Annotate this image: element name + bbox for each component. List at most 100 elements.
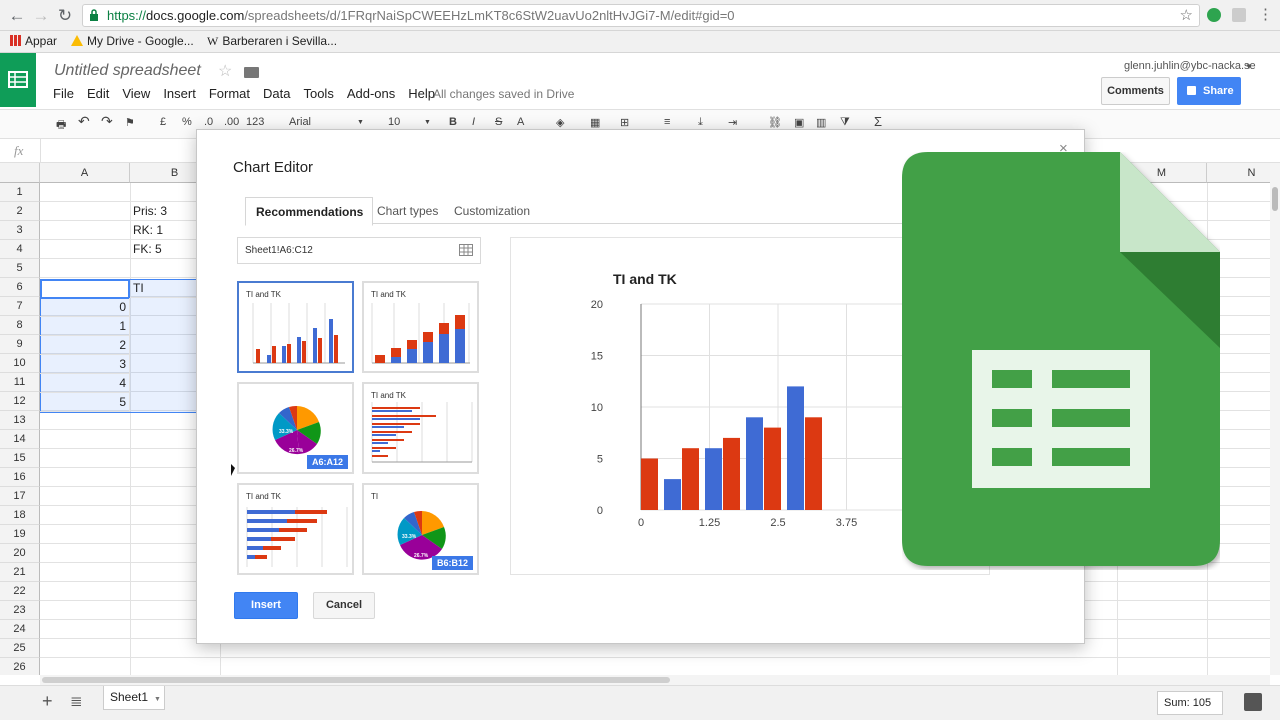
bookmark-drive[interactable]: My Drive - Google...: [71, 34, 194, 48]
row-header[interactable]: 14: [0, 430, 40, 449]
row-header[interactable]: 25: [0, 639, 40, 658]
row-header[interactable]: 19: [0, 525, 40, 544]
extension-icon[interactable]: [1207, 8, 1221, 22]
tab-customization[interactable]: Customization: [454, 204, 530, 218]
select-all-corner[interactable]: [0, 163, 40, 183]
sum-indicator[interactable]: Sum: 105: [1157, 691, 1223, 715]
borders-icon[interactable]: ▦: [590, 116, 600, 129]
cancel-button[interactable]: Cancel: [313, 592, 375, 619]
row-header[interactable]: 8: [0, 316, 40, 335]
insert-comment-icon[interactable]: ▣: [794, 116, 804, 129]
forward-icon[interactable]: →: [30, 5, 52, 27]
insert-link-icon[interactable]: ⛓: [768, 116, 782, 129]
row-header[interactable]: 18: [0, 506, 40, 525]
chart-thumbnail-pie-a[interactable]: 33.3% 26.7% A6:A12: [237, 382, 354, 474]
reload-icon[interactable]: ↻: [54, 5, 76, 27]
active-cell[interactable]: [40, 279, 130, 299]
browser-menu-icon[interactable]: ⋮: [1258, 5, 1273, 23]
row-header[interactable]: 16: [0, 468, 40, 487]
chart-thumbnail-horizontal-bar-2[interactable]: TI and TK: [237, 483, 354, 575]
back-icon[interactable]: ←: [6, 5, 28, 27]
insert-button[interactable]: Insert: [234, 592, 298, 619]
share-button[interactable]: Share: [1177, 77, 1241, 105]
bookmark-wikipedia[interactable]: W Barberaren i Sevilla...: [207, 34, 337, 49]
text-wrap-icon[interactable]: ⇥: [728, 116, 737, 129]
menu-data[interactable]: Data: [263, 86, 290, 101]
vertical-scrollbar[interactable]: [1270, 163, 1280, 675]
row-header[interactable]: 9: [0, 335, 40, 354]
cell-a7[interactable]: 0: [40, 298, 130, 317]
row-header[interactable]: 21: [0, 563, 40, 582]
sheet-tab[interactable]: Sheet1 ▼: [103, 686, 165, 710]
extension-icon-2[interactable]: [1232, 8, 1246, 22]
redo-icon[interactable]: ↷: [101, 113, 113, 130]
tab-recommendations[interactable]: Recommendations: [245, 197, 374, 226]
menu-format[interactable]: Format: [209, 86, 250, 101]
italic-button[interactable]: I: [472, 116, 475, 128]
align-vertical-icon[interactable]: ⤓: [698, 116, 703, 129]
menu-tools[interactable]: Tools: [303, 86, 333, 101]
bookmark-apps[interactable]: Appar: [10, 34, 57, 48]
currency-button[interactable]: £: [160, 116, 166, 128]
menu-file[interactable]: File: [53, 86, 74, 101]
comments-button[interactable]: Comments: [1101, 77, 1170, 105]
row-header[interactable]: 24: [0, 620, 40, 639]
strikethrough-button[interactable]: S: [495, 116, 502, 128]
undo-icon[interactable]: ↶: [78, 113, 90, 130]
sheets-logo[interactable]: [0, 53, 36, 107]
row-header[interactable]: 6: [0, 278, 40, 297]
text-color-button[interactable]: A: [517, 116, 524, 128]
row-header[interactable]: 17: [0, 487, 40, 506]
font-select[interactable]: Arial: [289, 116, 311, 128]
scroll-thumb[interactable]: [1272, 187, 1278, 211]
menu-insert[interactable]: Insert: [163, 86, 196, 101]
chart-thumbnail-bar[interactable]: TI and TK: [237, 281, 354, 373]
folder-icon[interactable]: [244, 67, 259, 78]
menu-addons[interactable]: Add-ons: [347, 86, 395, 101]
row-header[interactable]: 10: [0, 354, 40, 373]
menu-edit[interactable]: Edit: [87, 86, 109, 101]
row-header[interactable]: 2: [0, 202, 40, 221]
data-range-field[interactable]: Sheet1!A6:C12: [237, 237, 481, 264]
cell-a11[interactable]: 4: [40, 374, 130, 393]
row-header[interactable]: 3: [0, 221, 40, 240]
scroll-thumb[interactable]: [42, 677, 670, 683]
chart-thumbnail-stacked-bar[interactable]: TI and TK: [362, 281, 479, 373]
chevron-down-icon[interactable]: ▼: [1245, 62, 1253, 71]
row-header[interactable]: 4: [0, 240, 40, 259]
cell-a10[interactable]: 3: [40, 355, 130, 374]
paint-format-icon[interactable]: ⚑: [125, 116, 135, 129]
user-email[interactable]: glenn.juhlin@ybc-nacka.se: [1124, 60, 1256, 72]
horizontal-scrollbar[interactable]: [40, 675, 1270, 685]
star-icon[interactable]: ☆: [218, 61, 232, 81]
row-header[interactable]: 13: [0, 411, 40, 430]
chevron-down-icon[interactable]: ▼: [424, 119, 431, 126]
save-status[interactable]: All changes saved in Drive: [433, 87, 574, 101]
menu-view[interactable]: View: [122, 86, 150, 101]
tab-chart-types[interactable]: Chart types: [377, 204, 438, 218]
more-formats-button[interactable]: 123: [246, 116, 264, 128]
address-bar[interactable]: https://docs.google.com/spreadsheets/d/1…: [82, 4, 1200, 27]
row-header[interactable]: 1: [0, 183, 40, 202]
font-size-select[interactable]: 10: [388, 116, 400, 128]
merge-cells-icon[interactable]: ⊞: [620, 116, 629, 129]
insert-chart-icon[interactable]: ▥: [816, 116, 826, 129]
percent-button[interactable]: %: [182, 116, 192, 128]
cell-a9[interactable]: 2: [40, 336, 130, 355]
print-icon[interactable]: 🖶: [56, 116, 66, 135]
decrease-decimal-button[interactable]: .0: [204, 116, 213, 128]
align-horizontal-icon[interactable]: ≡: [664, 116, 670, 128]
row-header[interactable]: 22: [0, 582, 40, 601]
menu-help[interactable]: Help: [408, 86, 435, 101]
row-header[interactable]: 26: [0, 658, 40, 675]
row-header[interactable]: 15: [0, 449, 40, 468]
column-header-a[interactable]: A: [40, 163, 130, 183]
row-header[interactable]: 11: [0, 373, 40, 392]
filter-icon[interactable]: ⧩: [840, 116, 850, 129]
functions-button[interactable]: Σ: [874, 114, 882, 129]
row-header[interactable]: 5: [0, 259, 40, 278]
cell-a12[interactable]: 5: [40, 393, 130, 412]
explore-icon[interactable]: [1244, 693, 1262, 711]
increase-decimal-button[interactable]: .00: [224, 116, 239, 128]
document-title[interactable]: Untitled spreadsheet: [54, 62, 201, 80]
